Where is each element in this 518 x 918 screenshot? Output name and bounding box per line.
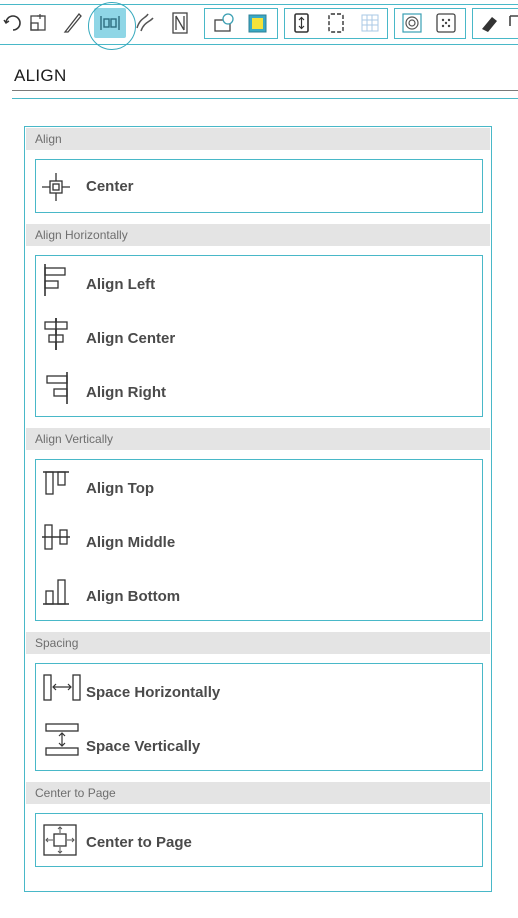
space-vertically-label: Space Vertically (86, 738, 201, 755)
align-top-icon (43, 471, 69, 495)
center-icon (42, 173, 70, 201)
section-header-spacing: Spacing (26, 632, 490, 654)
align-top-button[interactable]: Align Top (36, 460, 482, 514)
center-to-page-icon (43, 824, 77, 856)
section-header-align-vertically: Align Vertically (26, 428, 490, 450)
center-label: Center (86, 178, 134, 195)
align-middle-button[interactable]: Align Middle (36, 514, 482, 568)
more-tools-icon[interactable] (504, 10, 518, 36)
space-horizontally-icon (43, 674, 81, 701)
align-left-icon (44, 264, 66, 296)
align-bottom-label: Align Bottom (86, 588, 181, 605)
align-right-button[interactable]: Align Right (36, 364, 482, 418)
section-header-align-horizontally: Align Horizontally (26, 224, 490, 246)
align-left-label: Align Left (86, 276, 156, 293)
group-spacing: Space Horizontally Space Vertically (35, 663, 483, 771)
group-align-horizontally: Align Left Align Center Align Right (35, 255, 483, 417)
align-bottom-button[interactable]: Align Bottom (36, 568, 482, 622)
align-center-icon (44, 318, 68, 350)
group-center-to-page: Center to Page (35, 813, 483, 867)
print-and-cut-icon[interactable] (211, 10, 237, 36)
align-right-icon (46, 372, 68, 404)
panel-title: ALIGN (14, 66, 67, 85)
toolbar-bottom-border (0, 44, 518, 45)
space-horizontally-label: Space Horizontally (86, 684, 221, 701)
center-to-page-button[interactable]: Center to Page (36, 814, 482, 868)
nest-icon[interactable] (168, 10, 194, 36)
align-middle-icon (42, 524, 70, 550)
align-left-button[interactable]: Align Left (36, 256, 482, 310)
group-align-vertically: Align Top Align Middle Align Bottom (35, 459, 483, 621)
group-align: Center (35, 159, 483, 213)
replicate-icon[interactable] (132, 10, 158, 36)
align-panel: Align Center Align Horizontally Align Le… (24, 126, 492, 892)
align-top-label: Align Top (86, 480, 155, 497)
align-icon[interactable] (97, 10, 123, 36)
knife-icon[interactable] (60, 10, 86, 36)
space-horizontally-button[interactable]: Space Horizontally (36, 664, 482, 718)
space-vertically-icon (45, 723, 79, 756)
section-header-center-to-page: Center to Page (26, 782, 490, 804)
fill-color-icon[interactable] (244, 10, 270, 36)
dots-pattern-icon[interactable] (433, 10, 459, 36)
center-to-page-label: Center to Page (86, 834, 192, 851)
toolbar-top-border (0, 4, 518, 5)
center-button[interactable]: Center (36, 160, 482, 214)
section-header-align: Align (26, 128, 490, 150)
title-divider-accent (12, 98, 518, 99)
space-vertically-button[interactable]: Space Vertically (36, 718, 482, 772)
rotate-icon[interactable] (0, 10, 26, 36)
grid-icon[interactable] (357, 10, 383, 36)
title-divider (12, 90, 518, 91)
transform-icon[interactable] (26, 10, 52, 36)
align-middle-label: Align Middle (86, 534, 176, 551)
page-border-icon[interactable] (323, 10, 349, 36)
align-center-button[interactable]: Align Center (36, 310, 482, 364)
trace-icon[interactable] (399, 10, 425, 36)
eraser-icon[interactable] (476, 10, 502, 36)
toolbar (0, 0, 518, 50)
align-center-label: Align Center (86, 330, 176, 347)
align-right-label: Align Right (86, 384, 166, 401)
page-portrait-icon[interactable] (289, 10, 315, 36)
align-bottom-icon (43, 579, 69, 605)
